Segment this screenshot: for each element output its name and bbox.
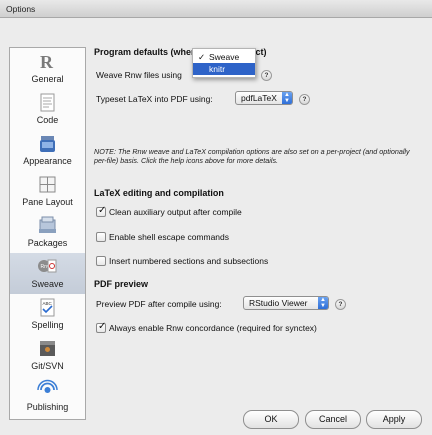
select-arrows-icon: ▲ ▼ [318, 297, 328, 309]
preview-select[interactable]: RStudio Viewer ▲ ▼ [243, 296, 329, 310]
sidebar-item-label: Packages [27, 238, 68, 248]
menu-item-sweave[interactable]: ✓ Sweave [193, 51, 255, 63]
sidebar-item-label: Pane Layout [22, 197, 73, 207]
publishing-icon [37, 379, 58, 393]
sidebar-item-appearance[interactable]: Appearance [10, 130, 85, 171]
options-sidebar: R General Code Appearance Pane Layout Pa… [9, 47, 86, 420]
numbered-sections-checkbox[interactable] [96, 256, 106, 266]
preview-help-icon[interactable]: ? [335, 299, 346, 310]
sidebar-item-code[interactable]: Code [10, 89, 85, 130]
latex-header: LaTeX editing and compilation [94, 188, 224, 198]
concordance-label[interactable]: Always enable Rnw concordance (required … [109, 323, 317, 333]
sidebar-item-label: Sweave [31, 279, 64, 289]
shell-escape-label[interactable]: Enable shell escape commands [109, 232, 229, 242]
git-svn-icon [40, 341, 55, 356]
typeset-help-icon[interactable]: ? [299, 94, 310, 105]
menu-item-knitr[interactable]: knitr [193, 63, 255, 75]
check-mark-icon: ✓ [98, 321, 107, 332]
clean-aux-label[interactable]: Clean auxiliary output after compile [109, 207, 242, 217]
sidebar-item-label: Publishing [26, 402, 69, 412]
pdf-preview-header: PDF preview [94, 279, 149, 289]
cancel-button[interactable]: Cancel [305, 410, 361, 429]
sweave-options-panel: Program defaults (when not in a project)… [94, 47, 424, 417]
svg-text:ABC: ABC [43, 301, 53, 306]
sweave-pdf-icon: Rnw [38, 259, 57, 273]
sidebar-item-packages[interactable]: Packages [10, 212, 85, 253]
check-mark-icon: ✓ [98, 205, 107, 216]
weave-dropdown-menu: ✓ Sweave knitr [192, 48, 256, 78]
compilation-note: NOTE: The Rnw weave and LaTeX compilatio… [94, 147, 410, 165]
numbered-sections-label[interactable]: Insert numbered sections and subsections [109, 256, 268, 266]
typeset-select-value: pdfLaTeX [241, 93, 277, 103]
paint-jar-icon [40, 136, 55, 152]
typeset-select[interactable]: pdfLaTeX ▲ ▼ [235, 91, 293, 105]
packages-icon [39, 216, 56, 233]
menu-item-label: Sweave [209, 52, 240, 62]
check-mark-icon: ✓ [198, 52, 206, 62]
select-arrows-icon: ▲ ▼ [282, 92, 292, 104]
sidebar-item-label: Code [36, 115, 59, 125]
ok-button[interactable]: OK [243, 410, 299, 429]
sidebar-item-git-svn[interactable]: Git/SVN [10, 335, 85, 376]
sidebar-item-label: General [31, 74, 64, 84]
sidebar-item-sweave[interactable]: Rnw Sweave [10, 253, 85, 294]
spell-check-icon: ABC [40, 298, 55, 317]
window-titlebar: Options [0, 0, 432, 18]
sidebar-item-publishing[interactable]: Publishing [10, 376, 85, 417]
preview-label: Preview PDF after compile using: [96, 299, 222, 309]
sidebar-item-label: Spelling [31, 320, 64, 330]
clean-aux-checkbox[interactable]: ✓ [96, 205, 107, 217]
weave-help-icon[interactable]: ? [261, 70, 272, 81]
svg-text:R: R [40, 52, 54, 72]
concordance-checkbox[interactable]: ✓ [96, 321, 107, 333]
shell-escape-checkbox[interactable] [96, 232, 106, 242]
sidebar-item-label: Appearance [23, 156, 72, 166]
apply-button[interactable]: Apply [366, 410, 422, 429]
pane-grid-icon [39, 176, 56, 193]
weave-label: Weave Rnw files using [96, 70, 182, 80]
sidebar-item-label: Git/SVN [31, 361, 64, 371]
sidebar-item-spelling[interactable]: ABC Spelling [10, 294, 85, 335]
sidebar-item-general[interactable]: R General [10, 48, 85, 89]
r-logo-icon: R [40, 52, 54, 72]
sidebar-item-pane-layout[interactable]: Pane Layout [10, 171, 85, 212]
typeset-label: Typeset LaTeX into PDF using: [96, 94, 213, 104]
options-dialog: R General Code Appearance Pane Layout Pa… [0, 18, 432, 435]
code-page-icon [40, 93, 55, 112]
preview-select-value: RStudio Viewer [249, 298, 308, 308]
menu-item-label: knitr [209, 64, 226, 74]
window-title: Options [6, 4, 36, 14]
